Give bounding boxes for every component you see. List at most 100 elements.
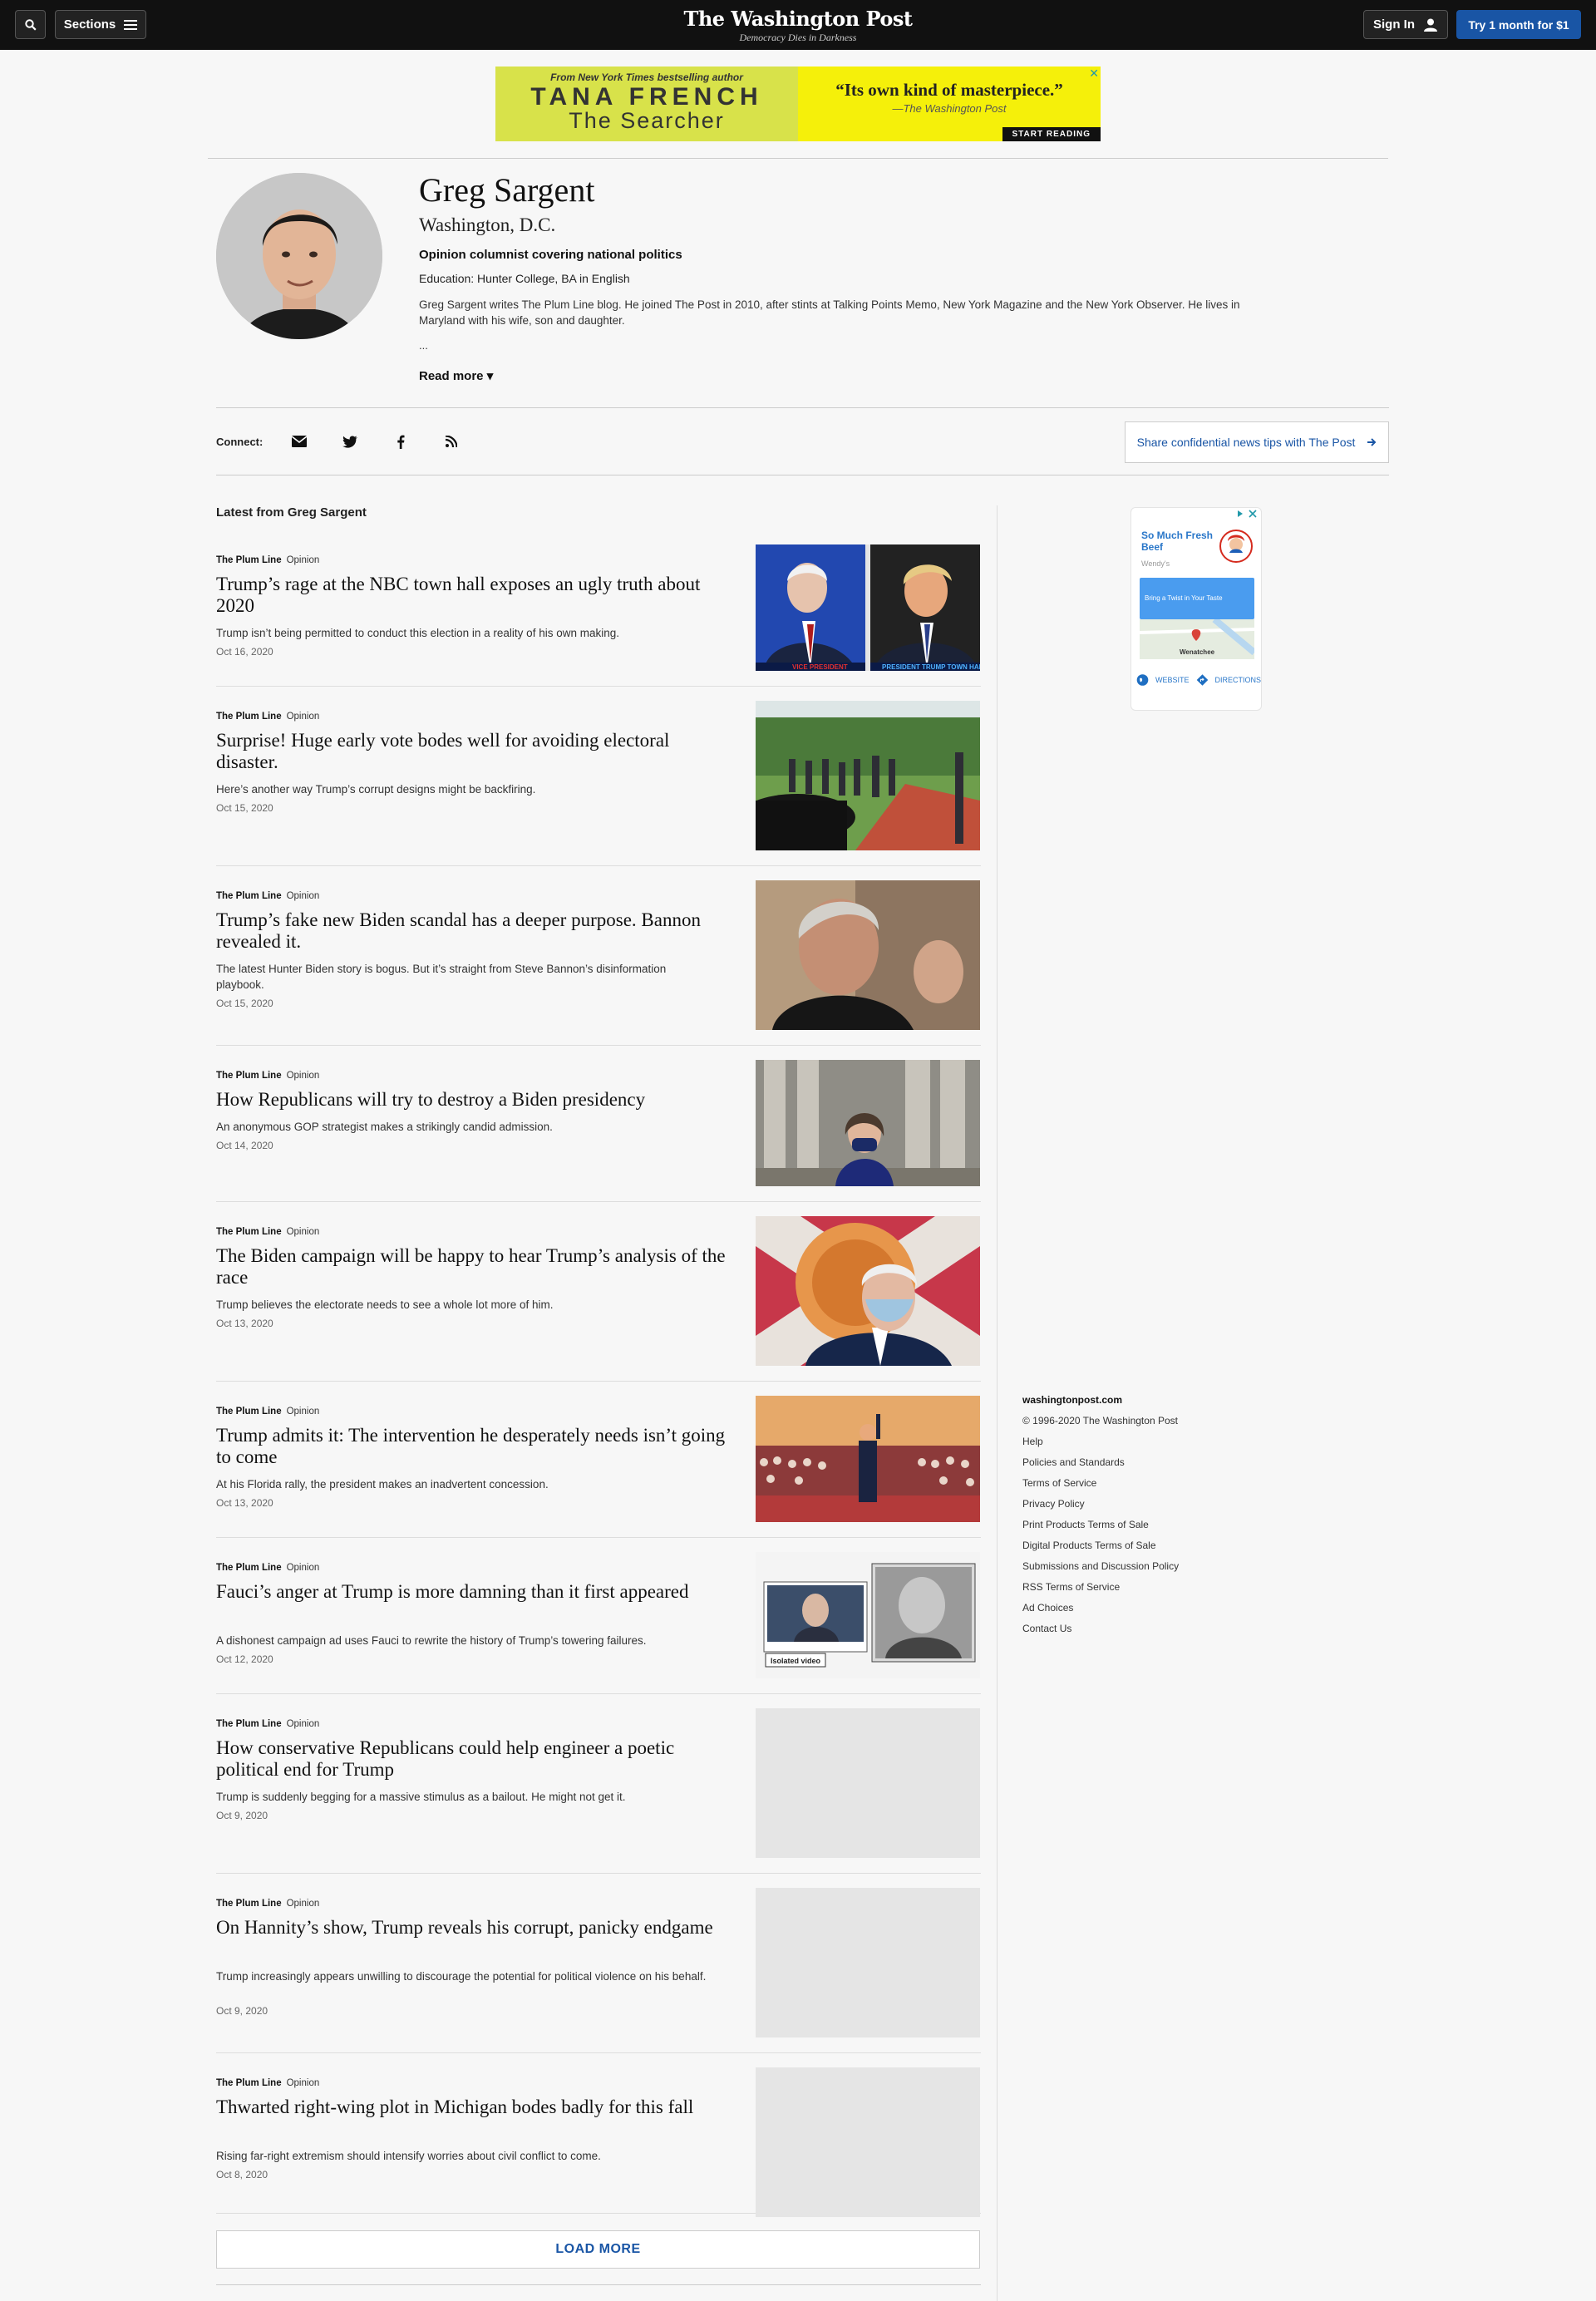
article-headline[interactable]: On Hannity’s show, Trump reveals his cor… xyxy=(216,1917,732,1939)
connect-label: Connect: xyxy=(216,436,264,448)
sections-button[interactable]: Sections xyxy=(55,10,146,39)
search-button[interactable] xyxy=(15,10,46,39)
load-more-button[interactable]: LOAD MORE xyxy=(216,2230,980,2269)
footer-link-submissions[interactable]: Submissions and Discussion Policy xyxy=(1022,1556,1179,1577)
user-icon xyxy=(1424,18,1437,32)
globe-icon[interactable] xyxy=(1136,671,1149,689)
author-bio: Greg Sargent writes The Plum Line blog. … xyxy=(419,298,1240,327)
sign-in-button[interactable]: Sign In xyxy=(1363,10,1448,39)
footer-link-rss-terms[interactable]: RSS Terms of Service xyxy=(1022,1577,1179,1598)
article-image[interactable] xyxy=(756,701,980,850)
article-image-placeholder[interactable] xyxy=(756,1888,980,2037)
article-blurb: At his Florida rally, the president make… xyxy=(216,1478,549,1490)
ad-cta-banner[interactable]: Bring a Twist in Your Taste xyxy=(1140,578,1254,619)
article-image[interactable] xyxy=(756,880,980,1030)
ad-website-link[interactable]: WEBSITE xyxy=(1155,676,1190,684)
article-image[interactable]: Isolated video xyxy=(756,1552,980,1678)
ad-banner-left: From New York Times bestselling author T… xyxy=(495,67,798,141)
article-headline[interactable]: Thwarted right-wing plot in Michigan bod… xyxy=(216,2097,732,2118)
article-headline[interactable]: Trump admits it: The intervention he des… xyxy=(216,1425,732,1468)
blog-name[interactable]: The Plum Line xyxy=(216,891,282,901)
article-image[interactable] xyxy=(756,1396,980,1522)
blog-name[interactable]: The Plum Line xyxy=(216,2078,282,2088)
footer-link-privacy[interactable]: Privacy Policy xyxy=(1022,1494,1179,1515)
ad-book-title: The Searcher xyxy=(569,108,725,133)
article-image-placeholder[interactable] xyxy=(756,2067,980,2217)
blog-name[interactable]: The Plum Line xyxy=(216,1071,282,1081)
article-image[interactable] xyxy=(756,1216,980,1366)
ad-start-reading-button[interactable]: START READING xyxy=(1002,127,1101,141)
footer-link-contact[interactable]: Contact Us xyxy=(1022,1619,1179,1639)
article-headline[interactable]: How Republicans will try to destroy a Bi… xyxy=(216,1089,732,1111)
blog-name[interactable]: The Plum Line xyxy=(216,1899,282,1909)
author-location: Washington, D.C. xyxy=(419,214,556,235)
ad-action-links: WEBSITE DIRECTIONS xyxy=(1136,671,1261,689)
blog-name[interactable]: The Plum Line xyxy=(216,712,282,722)
article-item[interactable]: The Plum Line Opinion Thwarted right-wing… xyxy=(216,2067,981,2217)
author-education: Education: Hunter College, BA in English xyxy=(419,272,630,285)
article-date: Oct 15, 2020 xyxy=(216,998,273,1009)
facebook-icon[interactable] xyxy=(391,431,411,451)
article-headline[interactable]: How conservative Republicans could help … xyxy=(216,1737,732,1781)
article-kicker: The Plum Line Opinion xyxy=(216,2078,319,2088)
article-blurb: Trump increasingly appears unwilling to … xyxy=(216,1970,707,1983)
ad-choices-icon[interactable] xyxy=(1236,510,1258,518)
ad-title: So Much Fresh Beef xyxy=(1141,530,1214,553)
blog-name[interactable]: The Plum Line xyxy=(216,555,282,565)
ad-map[interactable]: Wenatchee xyxy=(1139,616,1257,659)
share-news-tips-button[interactable]: Share confidential news tips with The Po… xyxy=(1125,421,1389,463)
author-name: Greg Sargent xyxy=(419,171,595,209)
ad-map-place: Wenatchee xyxy=(1180,648,1215,656)
article-headline[interactable]: Surprise! Huge early vote bodes well for… xyxy=(216,730,732,773)
article-image[interactable]: VICE PRESIDENT PRESIDENT TRUMP TOWN HALL xyxy=(756,544,980,671)
twitter-icon[interactable] xyxy=(340,431,360,451)
article-date: Oct 9, 2020 xyxy=(216,2005,268,2017)
footer-link-policies[interactable]: Policies and Standards xyxy=(1022,1452,1179,1473)
article-blurb: Trump isn’t being permitted to conduct t… xyxy=(216,627,619,639)
article-headline[interactable]: Trump’s rage at the NBC town hall expose… xyxy=(216,574,732,617)
article-item[interactable]: The Plum Line Opinion The Biden campaign … xyxy=(216,1216,981,1382)
article-headline[interactable]: Trump’s fake new Biden scandal has a dee… xyxy=(216,909,732,953)
article-item[interactable]: The Plum Line Opinion Trump admits it: Th… xyxy=(216,1396,981,1538)
article-item[interactable]: The Plum Line Opinion Fauci’s anger at Tr… xyxy=(216,1552,981,1694)
footer-site[interactable]: washingtonpost.com xyxy=(1022,1390,1179,1411)
sidebar-ad[interactable]: So Much Fresh Beef Wendy's Bring a Twist… xyxy=(1130,507,1262,711)
ad-close-icon[interactable]: ✕ xyxy=(1089,67,1099,81)
article-image-placeholder[interactable] xyxy=(756,1708,980,1858)
article-headline[interactable]: Fauci’s anger at Trump is more damning t… xyxy=(216,1581,732,1603)
blog-name[interactable]: The Plum Line xyxy=(216,1563,282,1573)
directions-icon[interactable] xyxy=(1196,671,1209,689)
article-item[interactable]: The Plum Line Opinion Trump’s fake new Bi… xyxy=(216,880,981,1046)
sections-label: Sections xyxy=(63,17,116,32)
article-headline[interactable]: The Biden campaign will be happy to hear… xyxy=(216,1245,732,1288)
footer-link-ad-choices[interactable]: Ad Choices xyxy=(1022,1598,1179,1619)
author-role: Opinion columnist covering national poli… xyxy=(419,248,682,262)
masthead[interactable]: The Washington Post Democracy Dies in Da… xyxy=(632,7,964,44)
footer-link-help[interactable]: Help xyxy=(1022,1431,1179,1452)
subscribe-button[interactable]: Try 1 month for $1 xyxy=(1456,10,1581,39)
email-icon[interactable] xyxy=(289,431,309,451)
read-more-link[interactable]: Read more ▾ xyxy=(419,368,493,383)
article-item[interactable]: The Plum Line Opinion How conservative Re… xyxy=(216,1708,981,1874)
section-tag: Opinion xyxy=(286,1719,320,1729)
article-kicker: The Plum Line Opinion xyxy=(216,555,319,565)
site-logo[interactable]: The Washington Post xyxy=(632,7,964,31)
article-date: Oct 13, 2020 xyxy=(216,1497,273,1509)
ad-author: TANA FRENCH xyxy=(530,83,763,111)
article-image[interactable] xyxy=(756,1060,980,1186)
article-item[interactable]: The Plum Line Opinion How Republicans wil… xyxy=(216,1060,981,1202)
footer-link-terms[interactable]: Terms of Service xyxy=(1022,1473,1179,1494)
blog-name[interactable]: The Plum Line xyxy=(216,1227,282,1237)
article-item[interactable]: The Plum Line Opinion Trump’s rage at the… xyxy=(216,544,981,687)
blog-name[interactable]: The Plum Line xyxy=(216,1719,282,1729)
rss-icon[interactable] xyxy=(441,431,461,451)
article-item[interactable]: The Plum Line Opinion Surprise! Huge earl… xyxy=(216,701,981,866)
ad-banner[interactable]: From New York Times bestselling author T… xyxy=(495,67,1101,141)
footer-link-print-terms[interactable]: Print Products Terms of Sale xyxy=(1022,1515,1179,1535)
blog-name[interactable]: The Plum Line xyxy=(216,1407,282,1417)
article-item[interactable]: The Plum Line Opinion On Hannity’s show, … xyxy=(216,1888,981,2053)
footer-link-digital-terms[interactable]: Digital Products Terms of Sale xyxy=(1022,1535,1179,1556)
ad-directions-link[interactable]: DIRECTIONS xyxy=(1214,676,1261,684)
article-blurb: A dishonest campaign ad uses Fauci to re… xyxy=(216,1634,647,1647)
sign-in-label: Sign In xyxy=(1373,17,1415,32)
